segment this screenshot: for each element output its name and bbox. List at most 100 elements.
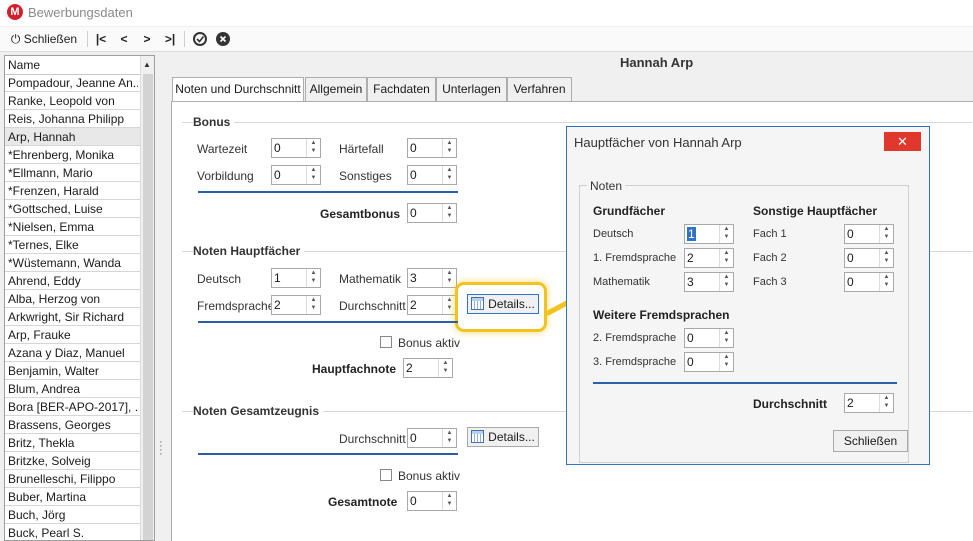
- splitter-handle[interactable]: · · · ·: [159, 437, 163, 460]
- list-item[interactable]: Buck, Pearl S.: [5, 524, 140, 540]
- list-item-label: *Gottsched, Luise: [8, 202, 103, 216]
- gesamtnote-stepper[interactable]: 0 ▲ ▼: [407, 491, 457, 511]
- hauptfachnote-stepper[interactable]: 2 ▲ ▼: [403, 358, 453, 378]
- stepper-arrows-icon[interactable]: ▲ ▼: [719, 353, 733, 371]
- list-item[interactable]: Reis, Johanna Philipp: [5, 110, 140, 128]
- dialog-close-button[interactable]: Schließen: [833, 430, 908, 452]
- list-item-label: Arkwright, Sir Richard: [8, 310, 125, 324]
- list-item[interactable]: Arp, Frauke: [5, 326, 140, 344]
- fremdsprache-stepper[interactable]: 2 ▲ ▼: [271, 295, 321, 315]
- list-item[interactable]: Buch, Jörg: [5, 506, 140, 524]
- stepper-arrows-icon[interactable]: ▲ ▼: [442, 492, 456, 510]
- stepper-arrows-icon[interactable]: ▲ ▼: [879, 225, 893, 243]
- list-item[interactable]: Arp, Hannah: [5, 128, 140, 146]
- list-item[interactable]: *Wüstemann, Wanda: [5, 254, 140, 272]
- gesamtbonus-stepper[interactable]: 0 ▲ ▼: [407, 203, 457, 223]
- list-item[interactable]: Benjamin, Walter: [5, 362, 140, 380]
- list-item[interactable]: *Ehrenberg, Monika: [5, 146, 140, 164]
- stepper-arrows-icon[interactable]: ▲ ▼: [306, 166, 320, 184]
- stepper-arrows-icon[interactable]: ▲ ▼: [719, 273, 733, 291]
- stepper-arrows-icon[interactable]: ▲ ▼: [719, 249, 733, 267]
- stepper-arrows-icon[interactable]: ▲ ▼: [442, 296, 456, 314]
- stepper-arrows-icon[interactable]: ▲ ▼: [442, 204, 456, 222]
- dlg-mathe-stepper[interactable]: 3 ▲ ▼: [684, 272, 734, 292]
- stepper-arrows-icon[interactable]: ▲ ▼: [442, 269, 456, 287]
- grundfaecher-title: Grundfächer: [593, 204, 666, 218]
- previous-record-button[interactable]: <: [115, 27, 133, 51]
- list-item[interactable]: Britzke, Solveig: [5, 452, 140, 470]
- stepper-arrows-icon[interactable]: ▲ ▼: [879, 394, 893, 412]
- tab-noten[interactable]: Noten und Durchschnitt: [172, 77, 304, 102]
- scroll-up-icon[interactable]: ▲: [143, 60, 151, 69]
- list-item[interactable]: Arkwright, Sir Richard: [5, 308, 140, 326]
- list-scrollbar[interactable]: ▲: [140, 56, 154, 540]
- cancel-icon[interactable]: [216, 32, 230, 46]
- list-item[interactable]: Buber, Martina: [5, 488, 140, 506]
- stepper-arrows-icon[interactable]: ▲ ▼: [306, 269, 320, 287]
- deutsch-stepper[interactable]: 1 ▲ ▼: [271, 268, 321, 288]
- fremd2-stepper[interactable]: 0 ▲ ▼: [684, 328, 734, 348]
- list-item[interactable]: Pompadour, Jeanne An...: [5, 74, 140, 92]
- vorbildung-stepper[interactable]: 0 ▲ ▼: [271, 165, 321, 185]
- hauptfaecher-divider: [198, 321, 458, 323]
- close-button[interactable]: ⏻ Schließen: [6, 27, 82, 51]
- dlg-deutsch-stepper[interactable]: 1 ▲ ▼: [684, 224, 734, 244]
- list-item[interactable]: *Gottsched, Luise: [5, 200, 140, 218]
- list-item[interactable]: Blum, Andrea: [5, 380, 140, 398]
- details-button-label: Details...: [488, 430, 535, 444]
- list-item[interactable]: Alba, Herzog von: [5, 290, 140, 308]
- dlg-durchschnitt-stepper[interactable]: 2 ▲ ▼: [844, 393, 894, 413]
- tab-unterlagen[interactable]: Unterlagen: [436, 77, 507, 101]
- scroll-thumb[interactable]: [143, 74, 153, 540]
- list-item[interactable]: Ahrend, Eddy: [5, 272, 140, 290]
- haertefall-stepper[interactable]: 0 ▲ ▼: [407, 138, 457, 158]
- sonstiges-stepper[interactable]: 0 ▲ ▼: [407, 165, 457, 185]
- list-item[interactable]: Britz, Thekla: [5, 434, 140, 452]
- stepper-arrows-icon[interactable]: ▲ ▼: [442, 139, 456, 157]
- gesamt-durchschnitt-stepper[interactable]: 0 ▲ ▼: [407, 428, 457, 448]
- tab-allgemein[interactable]: Allgemein: [305, 77, 367, 101]
- fach2-stepper[interactable]: 0 ▲ ▼: [844, 248, 894, 268]
- stepper-arrows-icon[interactable]: ▲ ▼: [438, 359, 452, 377]
- vorbildung-label: Vorbildung: [197, 169, 254, 183]
- fach3-value: 0: [847, 275, 854, 289]
- haertefall-label: Härtefall: [339, 142, 384, 156]
- list-item[interactable]: *Frenzen, Harald: [5, 182, 140, 200]
- list-item[interactable]: Azana y Diaz, Manuel: [5, 344, 140, 362]
- dialog-close-icon[interactable]: ✕: [884, 132, 921, 151]
- next-record-button[interactable]: >: [138, 27, 156, 51]
- toolbar-separator: [87, 31, 88, 47]
- mathematik-stepper[interactable]: 3 ▲ ▼: [407, 268, 457, 288]
- list-item[interactable]: *Nielsen, Emma: [5, 218, 140, 236]
- dlg-fremd1-stepper[interactable]: 2 ▲ ▼: [684, 248, 734, 268]
- wartezeit-stepper[interactable]: 0 ▲ ▼: [271, 138, 321, 158]
- stepper-arrows-icon[interactable]: ▲ ▼: [306, 139, 320, 157]
- fremd3-stepper[interactable]: 0 ▲ ▼: [684, 352, 734, 372]
- tab-verfahren[interactable]: Verfahren: [507, 77, 572, 101]
- list-item-label: Blum, Andrea: [8, 382, 81, 396]
- stepper-arrows-icon[interactable]: ▲ ▼: [879, 249, 893, 267]
- fach1-stepper[interactable]: 0 ▲ ▼: [844, 224, 894, 244]
- list-item[interactable]: Bora [BER-APO-2017], ...: [5, 398, 140, 416]
- stepper-arrows-icon[interactable]: ▲ ▼: [719, 329, 733, 347]
- stepper-arrows-icon[interactable]: ▲ ▼: [442, 166, 456, 184]
- stepper-arrows-icon[interactable]: ▲ ▼: [879, 273, 893, 291]
- list-item[interactable]: *Ternes, Elke: [5, 236, 140, 254]
- tab-fachdaten[interactable]: Fachdaten: [367, 77, 436, 101]
- fach3-stepper[interactable]: 0 ▲ ▼: [844, 272, 894, 292]
- stepper-arrows-icon[interactable]: ▲ ▼: [306, 296, 320, 314]
- list-item[interactable]: Brunelleschi, Filippo: [5, 470, 140, 488]
- durchschnitt-stepper[interactable]: 2 ▲ ▼: [407, 295, 457, 315]
- stepper-arrows-icon[interactable]: ▲ ▼: [719, 225, 733, 243]
- gesamt-details-button[interactable]: Details...: [467, 427, 539, 447]
- gesamt-bonus-aktiv-checkbox[interactable]: [380, 469, 392, 481]
- last-record-button[interactable]: >|: [161, 27, 179, 51]
- stepper-arrows-icon[interactable]: ▲ ▼: [442, 429, 456, 447]
- list-item[interactable]: *Ellmann, Mario: [5, 164, 140, 182]
- bonus-aktiv-checkbox[interactable]: [380, 336, 392, 348]
- list-item[interactable]: Ranke, Leopold von: [5, 92, 140, 110]
- list-header[interactable]: Name: [5, 56, 140, 75]
- check-icon[interactable]: [193, 32, 207, 46]
- first-record-button[interactable]: |<: [92, 27, 110, 51]
- list-item[interactable]: Brassens, Georges: [5, 416, 140, 434]
